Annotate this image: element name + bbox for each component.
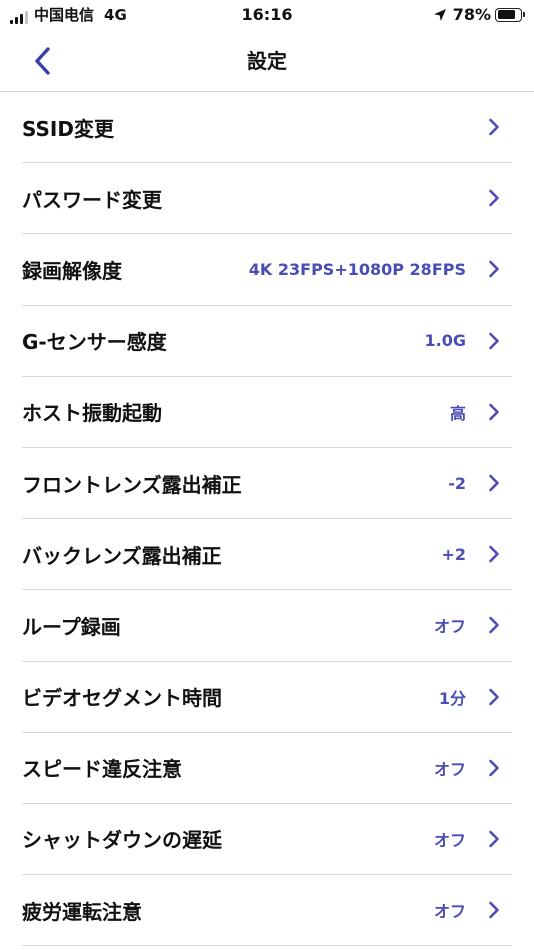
settings-row-value: 1.0G [424,331,466,351]
settings-row[interactable]: G-センサー感度 1.0G [22,306,512,377]
settings-row-label: 録画解像度 [22,258,122,283]
chevron-right-icon [489,332,499,349]
chevron-right-icon [489,403,499,421]
chevron-left-icon [35,47,50,75]
navigation-bar: 設定 [0,34,534,92]
back-button[interactable] [28,44,62,78]
chevron-right-icon [489,118,499,136]
battery-icon [495,7,525,22]
chevron-right-icon [489,688,499,705]
settings-row[interactable]: ホスト振動起動 高 [22,377,512,448]
chevron-right-icon [489,759,499,777]
settings-row[interactable]: 疲労運転注意 オフ [22,875,512,947]
settings-row-value: -2 [448,473,466,493]
settings-row-label: フロントレンズ露出補正 [22,472,242,497]
settings-row-value: オフ [433,902,466,922]
settings-row-value: オフ [433,617,466,637]
settings-row-label: 疲労運転注意 [22,899,142,924]
status-right: 78% [433,5,525,24]
settings-row-value: +2 [441,544,466,564]
settings-row-label: ループ録画 [22,614,121,639]
chevron-right-icon [489,189,499,207]
settings-row-label: ホスト振動起動 [22,401,162,426]
settings-row-label: SSID変更 [22,116,114,141]
settings-row[interactable]: ビデオセグメント時間 1分 [22,662,512,733]
chevron-right-icon [489,830,499,848]
settings-row-value: 高 [449,403,466,423]
chevron-right-icon [489,545,499,563]
settings-row-label: シャットダウンの遅延 [22,828,222,853]
settings-row[interactable]: フロントレンズ露出補正 -2 [22,448,512,520]
status-bar: 中国电信 4G 16:16 78% [0,0,534,34]
settings-row[interactable]: シャットダウンの遅延 オフ [22,804,512,876]
settings-row-value: オフ [433,759,466,779]
settings-row-label: パスワード変更 [22,187,162,212]
chevron-right-icon [489,617,499,634]
chevron-right-icon [489,261,499,278]
settings-row-value: 4K 23FPS+1080P 28FPS [248,259,466,279]
settings-row[interactable]: 録画解像度 4K 23FPS+1080P 28FPS [22,234,512,306]
settings-row-label: ビデオセグメント時間 [22,686,222,711]
settings-row-value: オフ [433,830,466,850]
settings-row[interactable]: ループ録画 オフ [22,590,512,662]
settings-row[interactable]: バックレンズ露出補正 +2 [22,519,512,591]
settings-row-value: 1分 [438,688,466,708]
location-arrow-icon [433,8,446,21]
settings-row-label: バックレンズ露出補正 [22,543,222,568]
page-title: 設定 [247,49,287,73]
chevron-right-icon [489,901,499,919]
chevron-right-icon [489,474,499,492]
battery-fill [497,10,515,19]
settings-list: SSID変更パスワード変更 録画解像度 4K 23FPS+1080P 28FPS G-… [22,92,512,947]
settings-row[interactable]: SSID変更 [22,92,512,164]
settings-row[interactable]: スピード違反注意 オフ [22,733,512,804]
settings-row-label: スピード違反注意 [22,757,182,782]
settings-row[interactable]: パスワード変更 [22,163,512,235]
battery-percent: 78% [452,5,491,24]
settings-row-label: G-センサー感度 [22,330,167,355]
